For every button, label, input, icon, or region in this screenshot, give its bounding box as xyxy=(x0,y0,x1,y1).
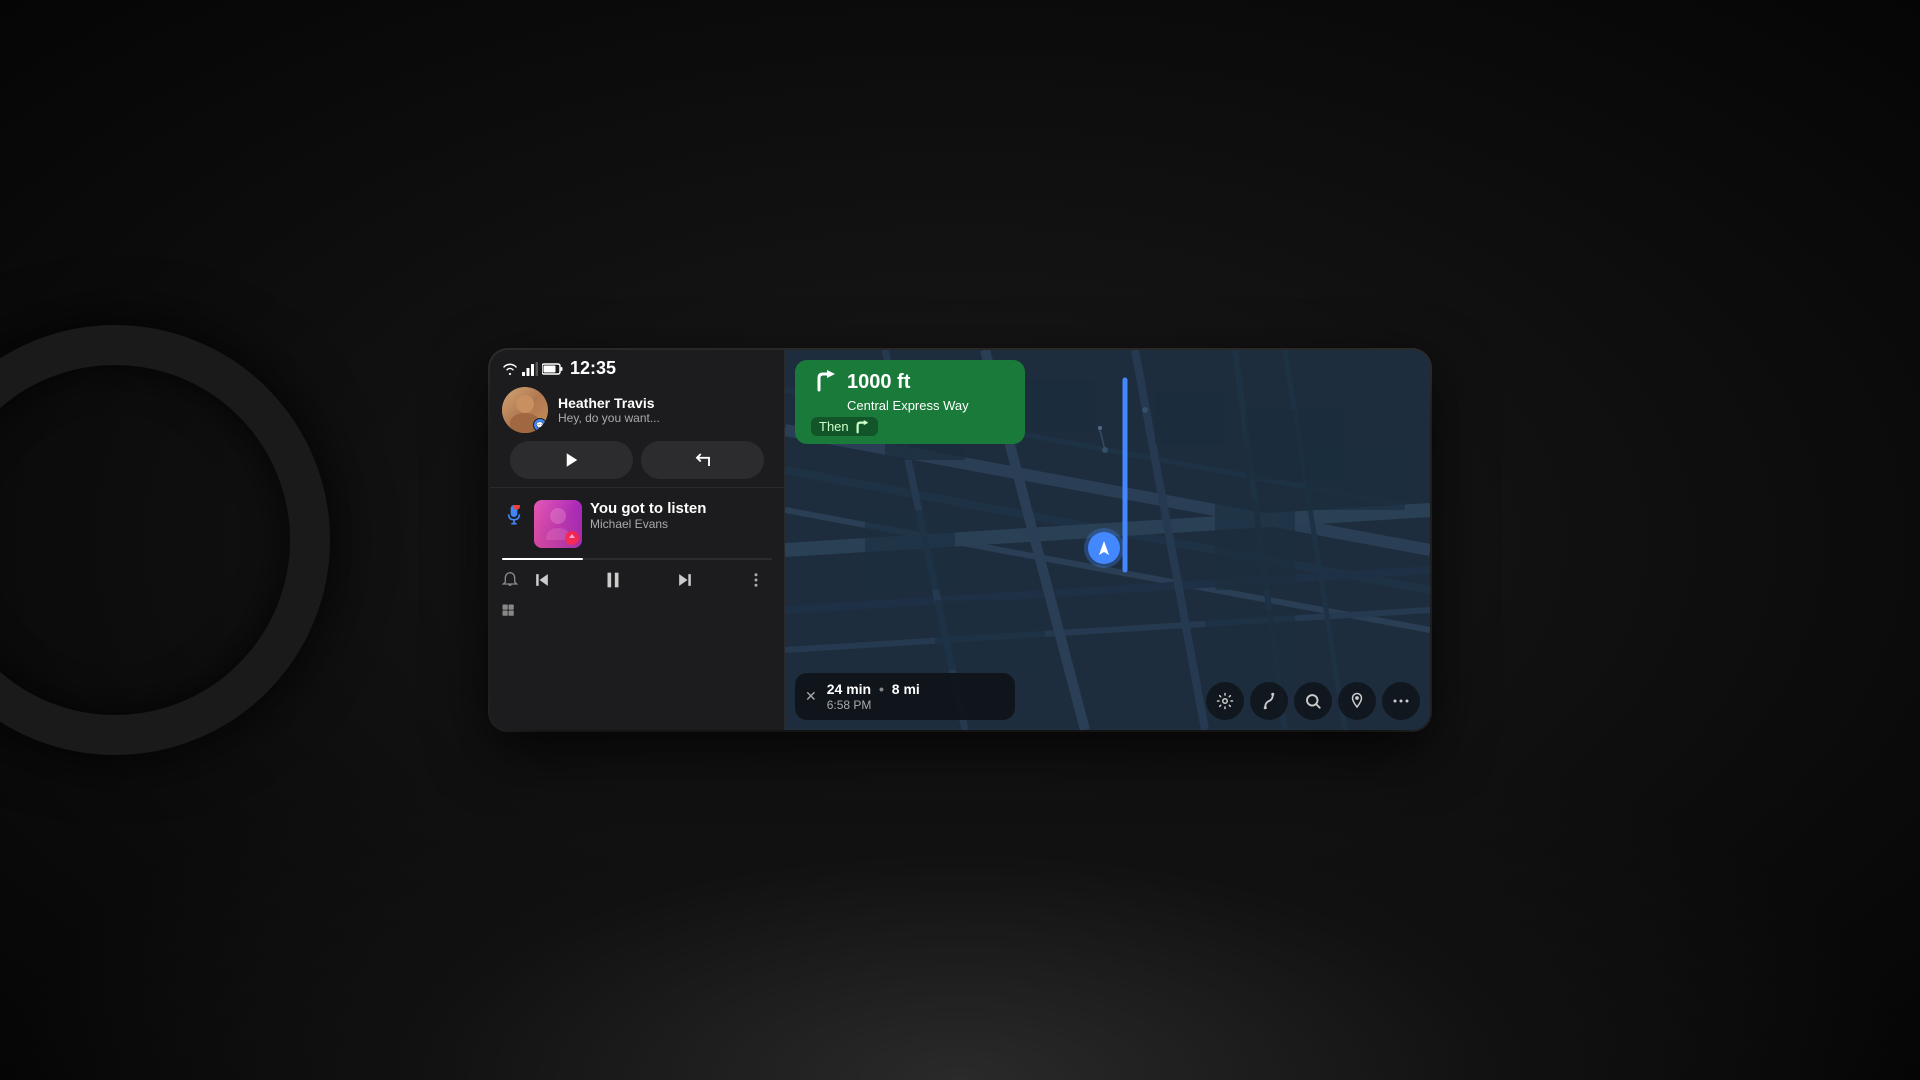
bell-icon[interactable] xyxy=(498,568,522,592)
time-display: 12:35 xyxy=(570,358,616,379)
turn-direction-icon xyxy=(811,368,839,396)
album-art xyxy=(534,500,582,548)
more-dots-icon xyxy=(747,571,765,589)
next-icon xyxy=(675,570,695,590)
message-info: Heather Travis Hey, do you want... xyxy=(558,395,772,425)
eta-minutes: 24 min xyxy=(827,681,871,697)
play-icon xyxy=(563,451,581,469)
eta-info: 24 min • 8 mi 6:58 PM xyxy=(827,681,1001,712)
microphone-icon xyxy=(506,505,522,525)
eta-close-button[interactable]: ✕ xyxy=(805,688,817,705)
eta-main: 24 min • 8 mi xyxy=(827,681,1001,697)
previous-track-button[interactable] xyxy=(526,564,558,596)
nav-distance-row: 1000 ft xyxy=(811,368,1009,396)
track-title: You got to listen xyxy=(590,500,772,517)
track-artist: Michael Evans xyxy=(590,517,772,531)
eta-card: ✕ 24 min • 8 mi 6:58 PM xyxy=(795,673,1015,720)
map-pin-button[interactable] xyxy=(1338,682,1376,720)
apps-grid-icon[interactable] xyxy=(498,600,522,624)
vehicle-circle xyxy=(1088,532,1120,564)
settings-icon xyxy=(1216,692,1234,710)
notification-bell-icon xyxy=(502,571,518,589)
route-icon xyxy=(1260,692,1278,710)
nav-then-label: Then xyxy=(819,419,849,434)
message-app-badge: 💬 xyxy=(533,418,547,432)
status-bar: 12:35 xyxy=(490,350,784,383)
navigation-header: 1000 ft Central Express Way Then xyxy=(795,360,1025,444)
message-row: 💬 Heather Travis Hey, do you want... xyxy=(502,387,772,433)
app-grid-icon xyxy=(501,603,519,621)
location-pin-icon xyxy=(1348,692,1366,710)
then-turn-icon xyxy=(854,420,870,434)
map-settings-button[interactable] xyxy=(1206,682,1244,720)
eta-arrival: 6:58 PM xyxy=(827,698,1001,712)
more-options-button[interactable] xyxy=(740,564,772,596)
track-info: You got to listen Michael Evans xyxy=(590,500,772,531)
ellipsis-icon xyxy=(1392,697,1410,705)
map-panel: 1000 ft Central Express Way Then ✕ xyxy=(785,350,1430,730)
map-toolbar xyxy=(1206,682,1420,720)
contact-avatar: 💬 xyxy=(502,387,548,433)
turn-arrow xyxy=(811,368,839,396)
car-interior: 12:35 💬 Heather Travis Hey, do you want.… xyxy=(0,0,1920,1080)
message-actions xyxy=(502,441,772,479)
vehicle-marker xyxy=(1088,532,1120,564)
map-route-button[interactable] xyxy=(1250,682,1288,720)
message-section: 💬 Heather Travis Hey, do you want... xyxy=(490,383,784,487)
mic-icon[interactable] xyxy=(502,500,526,524)
music-progress-bar[interactable] xyxy=(502,558,772,560)
message-preview: Hey, do you want... xyxy=(558,411,772,425)
play-message-button[interactable] xyxy=(510,441,633,479)
eta-distance: 8 mi xyxy=(892,681,920,697)
map-search-button[interactable] xyxy=(1294,682,1332,720)
left-panel: 12:35 💬 Heather Travis Hey, do you want.… xyxy=(490,350,785,730)
battery-icon xyxy=(542,363,564,375)
reply-icon xyxy=(694,451,712,469)
eta-separator: • xyxy=(879,681,884,697)
next-track-button[interactable] xyxy=(669,564,701,596)
map-more-button[interactable] xyxy=(1382,682,1420,720)
signal-icon xyxy=(522,362,538,376)
prev-icon xyxy=(532,570,552,590)
nav-distance: 1000 ft xyxy=(847,371,910,394)
nav-road: Central Express Way xyxy=(847,398,1009,413)
android-auto-screen: 12:35 💬 Heather Travis Hey, do you want.… xyxy=(490,350,1430,730)
reply-message-button[interactable] xyxy=(641,441,764,479)
music-progress-fill xyxy=(502,558,583,560)
music-section: You got to listen Michael Evans xyxy=(490,488,784,730)
nav-then: Then xyxy=(811,417,878,436)
vehicle-direction-icon xyxy=(1094,538,1114,558)
sender-name: Heather Travis xyxy=(558,395,772,411)
media-controls xyxy=(522,564,776,596)
album-art-image xyxy=(534,500,582,548)
pause-icon xyxy=(602,569,624,591)
wifi-icon xyxy=(502,363,518,375)
search-icon xyxy=(1304,692,1322,710)
pause-button[interactable] xyxy=(597,564,629,596)
